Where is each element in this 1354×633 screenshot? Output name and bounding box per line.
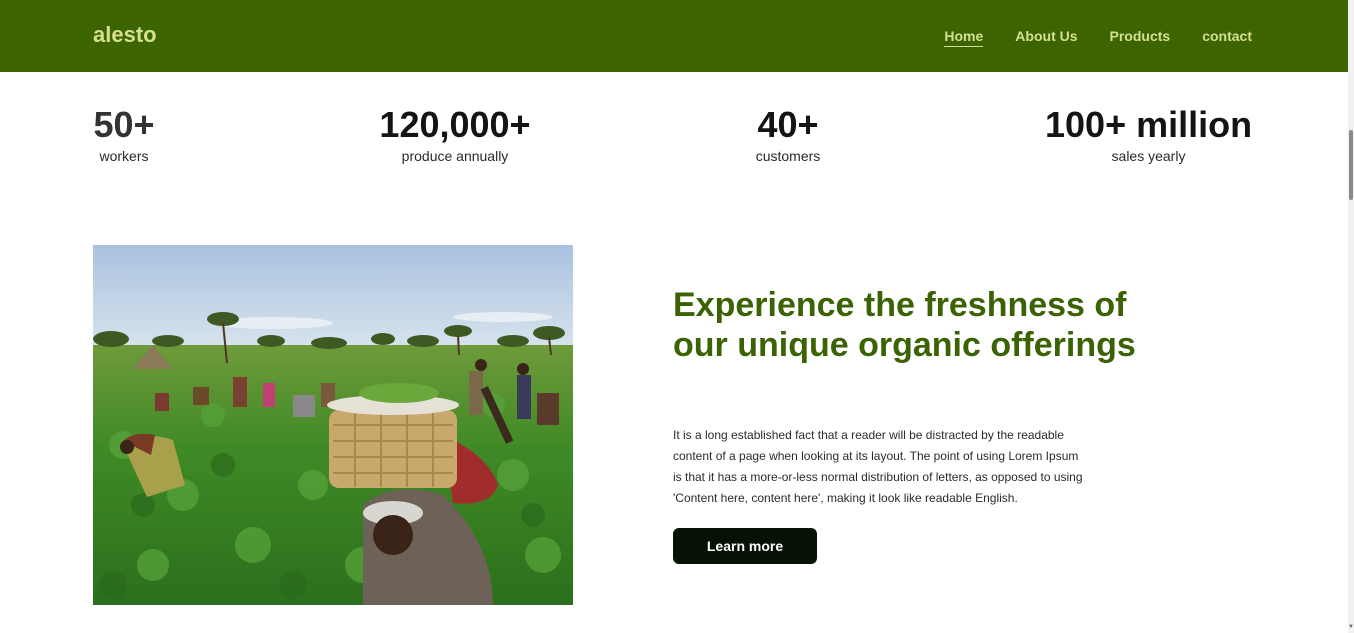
stat-value: 120,000+ <box>379 104 531 145</box>
stat-label: workers <box>99 148 149 164</box>
stat-sales: 100+ million sales yearly <box>1045 104 1252 164</box>
learn-more-button[interactable]: Learn more <box>673 528 817 564</box>
nav-home-link[interactable]: Home <box>944 28 984 47</box>
stat-workers: 50+ workers <box>93 104 155 164</box>
main-nav: Home About Us Products contact <box>944 28 1252 47</box>
nav-contact-link[interactable]: contact <box>1202 28 1252 47</box>
feature-heading: Experience the freshness of our unique o… <box>673 286 1136 364</box>
farm-workers-photo <box>93 245 573 605</box>
stat-value: 50+ <box>93 104 155 145</box>
stat-label: customers <box>755 148 821 164</box>
nav-products-link[interactable]: Products <box>1110 28 1171 47</box>
feature-description: It is a long established fact that a rea… <box>673 428 1083 505</box>
stat-value: 100+ million <box>1045 104 1253 145</box>
scroll-down-arrow-icon[interactable]: ▼ <box>1348 624 1354 630</box>
stat-label: produce annually <box>401 148 509 164</box>
page-scrollbar[interactable]: ▼ <box>1348 0 1354 633</box>
site-logo[interactable]: alesto <box>93 22 157 48</box>
stat-produce: 120,000+ produce annually <box>377 104 533 164</box>
stat-value: 40+ <box>757 104 819 145</box>
nav-about-link[interactable]: About Us <box>1015 28 1077 47</box>
site-header: alesto Home About Us Products contact <box>0 0 1348 72</box>
stat-label: sales yearly <box>1111 148 1186 164</box>
scrollbar-thumb[interactable] <box>1349 130 1353 200</box>
page: alesto Home About Us Products contact 50… <box>0 0 1354 633</box>
stat-customers: 40+ customers <box>753 104 823 164</box>
